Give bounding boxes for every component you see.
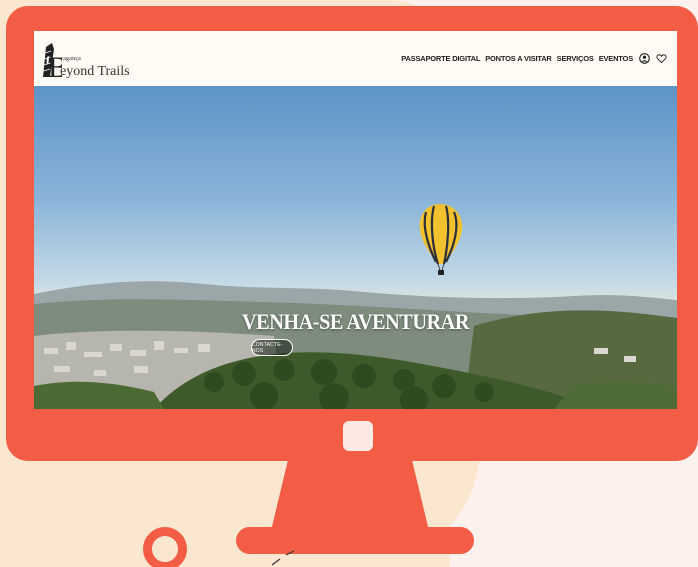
monitor-power-button [343,421,373,451]
monitor-screen: B ragança eyond Trails PASSAPORTE DIGITA… [34,31,677,409]
nav-servicos[interactable]: SERVIÇOS [557,54,594,63]
monitor-stand-neck [270,455,430,535]
user-circle-icon[interactable] [638,53,650,65]
location-pin-icon [143,527,187,567]
dashed-path-decoration [271,550,295,566]
logo-wordmark: ragança eyond Trails [60,56,130,79]
hot-air-balloon [419,204,463,275]
heart-icon[interactable] [655,53,667,65]
nav-passaporte-digital[interactable]: PASSAPORTE DIGITAL [401,54,480,63]
site-logo[interactable]: B ragança eyond Trails [40,39,130,79]
nav-pontos-a-visitar[interactable]: PONTOS A VISITAR [485,54,552,63]
nav-eventos[interactable]: EVENTOS [599,54,634,63]
logo-top-text: ragança [61,55,82,62]
site-header: B ragança eyond Trails PASSAPORTE DIGITA… [34,31,677,86]
hero-banner: VENHA-SE AVENTURAR CONTACTE-NOS [34,86,677,409]
logo-tower-icon: B [43,42,62,79]
contact-us-button[interactable]: CONTACTE-NOS [251,339,293,356]
hero-landscape-image [34,204,677,409]
main-nav: PASSAPORTE DIGITAL PONTOS A VISITAR SERV… [401,53,667,65]
hero-title: VENHA-SE AVENTURAR [242,309,469,334]
logo-main-text: eyond Trails [60,63,130,79]
